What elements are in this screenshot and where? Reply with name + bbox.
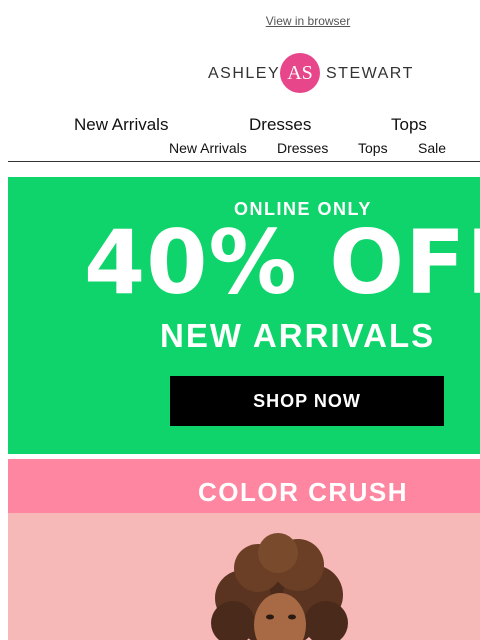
subnav-new-arrivals[interactable]: New Arrivals bbox=[169, 140, 247, 156]
nav-divider bbox=[8, 161, 480, 162]
subnav-tops[interactable]: Tops bbox=[358, 140, 388, 156]
view-in-browser-link[interactable]: View in browser bbox=[0, 14, 480, 28]
brand-logo[interactable]: ASHLEY AS STEWART bbox=[205, 52, 415, 96]
svg-text:AS: AS bbox=[287, 62, 313, 84]
model-illustration bbox=[211, 533, 348, 640]
primary-nav: New Arrivals Dresses Tops bbox=[0, 115, 480, 137]
promo-headline: 40% OFF bbox=[84, 211, 480, 314]
shop-now-button[interactable]: SHOP NOW bbox=[170, 376, 444, 426]
promo-subhead: NEW ARRIVALS bbox=[160, 317, 436, 354]
nav-new-arrivals[interactable]: New Arrivals bbox=[74, 115, 168, 135]
nav-tops[interactable]: Tops bbox=[391, 115, 427, 135]
promo-banner-40-off[interactable]: ONLINE ONLY 40% OFF NEW ARRIVALS SHOP NO… bbox=[8, 177, 480, 454]
logo-left-word: ASHLEY bbox=[208, 65, 281, 82]
color-crush-title: COLOR CRUSH bbox=[198, 477, 409, 507]
subnav-dresses[interactable]: Dresses bbox=[277, 140, 328, 156]
nav-dresses[interactable]: Dresses bbox=[249, 115, 311, 135]
logo-right-word: STEWART bbox=[326, 65, 414, 82]
logo-monogram-icon: AS bbox=[280, 53, 320, 93]
secondary-nav: New Arrivals Dresses Tops Sale bbox=[0, 140, 480, 158]
model-photo bbox=[8, 513, 480, 640]
subnav-sale[interactable]: Sale bbox=[418, 140, 446, 156]
color-crush-banner[interactable]: COLOR CRUSH bbox=[8, 459, 480, 640]
